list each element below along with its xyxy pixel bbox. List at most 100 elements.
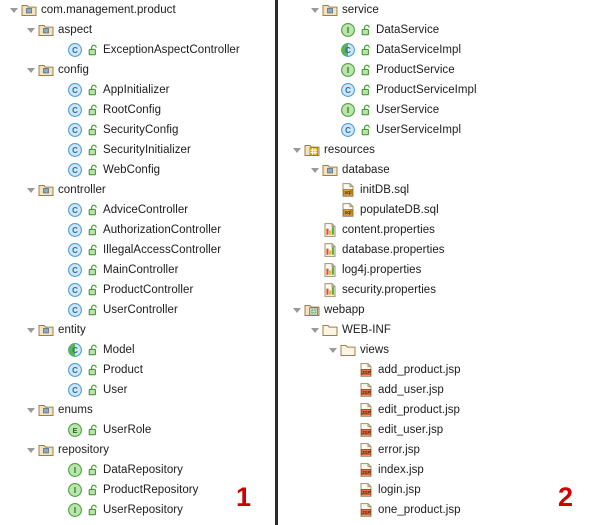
chevron-down-icon[interactable] [291, 140, 304, 160]
svg-text:JSP: JSP [361, 430, 371, 436]
public-unlock-icon [86, 462, 99, 478]
svg-text:C: C [72, 366, 78, 375]
chevron-down-icon[interactable] [8, 0, 21, 20]
tree-twisty-spacer [345, 480, 358, 500]
public-unlock-icon [86, 142, 99, 158]
tree-row[interactable]: E UserRole [0, 420, 275, 440]
public-unlock-icon [86, 282, 99, 298]
tree-row[interactable]: C ProductController [0, 280, 275, 300]
tree-row[interactable]: C Model [0, 340, 275, 360]
chevron-down-icon[interactable] [25, 60, 38, 80]
chevron-down-icon[interactable] [309, 0, 322, 20]
tree-row[interactable]: C AuthorizationController [0, 220, 275, 240]
tree-row[interactable]: service [279, 0, 600, 20]
tree-row[interactable]: com.management.product [0, 0, 275, 20]
project-tree-panel-right[interactable]: service I DataService C DataServiceImpl I Prod… [279, 0, 600, 525]
tree-left[interactable]: com.management.product aspect C ExceptionAs… [0, 0, 275, 520]
tree-row[interactable]: webapp [279, 300, 600, 320]
tree-row[interactable]: C AppInitializer [0, 80, 275, 100]
tree-twisty-spacer [327, 100, 340, 120]
tree-row[interactable]: I UserRepository [0, 500, 275, 520]
tree-row[interactable]: C ExceptionAspectController [0, 40, 275, 60]
tree-twisty-spacer [327, 180, 340, 200]
svg-text:sql: sql [344, 190, 352, 196]
tree-row[interactable]: I UserService [279, 100, 600, 120]
tree-twisty-spacer [345, 460, 358, 480]
tree-row[interactable]: JSP login.jsp [279, 480, 600, 500]
tree-row[interactable]: C UserServiceImpl [279, 120, 600, 140]
tree-row[interactable]: database [279, 160, 600, 180]
tree-row[interactable]: C UserController [0, 300, 275, 320]
tree-twisty-spacer [54, 120, 67, 140]
chevron-down-icon[interactable] [25, 440, 38, 460]
project-tree-panel-left[interactable]: com.management.product aspect C ExceptionAs… [0, 0, 275, 525]
tree-row[interactable]: sql initDB.sql [279, 180, 600, 200]
tree-row[interactable]: database.properties [279, 240, 600, 260]
tree-row-label: SecurityConfig [103, 124, 179, 136]
tree-row[interactable]: repository [0, 440, 275, 460]
tree-twisty-spacer [54, 80, 67, 100]
chevron-down-icon[interactable] [25, 400, 38, 420]
tree-row[interactable]: content.properties [279, 220, 600, 240]
tree-row-label: enums [58, 404, 93, 416]
tree-row[interactable]: JSP edit_product.jsp [279, 400, 600, 420]
properties-file-icon [322, 282, 338, 298]
tree-row[interactable]: JSP edit_user.jsp [279, 420, 600, 440]
tree-row[interactable]: C DataServiceImpl [279, 40, 600, 60]
tree-row-label: DataService [376, 24, 440, 36]
tree-row[interactable]: JSP index.jsp [279, 460, 600, 480]
java-class-icon: C [67, 262, 83, 278]
tree-twisty-spacer [54, 340, 67, 360]
tree-row[interactable]: C SecurityInitializer [0, 140, 275, 160]
tree-row[interactable]: C AdviceController [0, 200, 275, 220]
public-unlock-icon [86, 122, 99, 138]
tree-row[interactable]: security.properties [279, 280, 600, 300]
tree-row[interactable]: C ProductServiceImpl [279, 80, 600, 100]
chevron-down-icon[interactable] [309, 320, 322, 340]
chevron-down-icon[interactable] [25, 20, 38, 40]
java-interface-icon: I [340, 102, 356, 118]
tree-row[interactable]: log4j.properties [279, 260, 600, 280]
tree-row[interactable]: JSP error.jsp [279, 440, 600, 460]
tree-row[interactable]: JSP add_user.jsp [279, 380, 600, 400]
java-class-icon: C [67, 282, 83, 298]
tree-row[interactable]: enums [0, 400, 275, 420]
tree-row[interactable]: JSP one_product.jsp [279, 500, 600, 520]
tree-row[interactable]: sql populateDB.sql [279, 200, 600, 220]
tree-row-label: content.properties [342, 224, 435, 236]
jsp-file-icon: JSP [358, 462, 374, 478]
tree-row[interactable]: C WebConfig [0, 160, 275, 180]
chevron-down-icon[interactable] [25, 180, 38, 200]
tree-row[interactable]: C User [0, 380, 275, 400]
tree-row[interactable]: aspect [0, 20, 275, 40]
chevron-down-icon[interactable] [25, 320, 38, 340]
chevron-down-icon[interactable] [309, 160, 322, 180]
tree-row[interactable]: JSP add_product.jsp [279, 360, 600, 380]
tree-row[interactable]: config [0, 60, 275, 80]
tree-row[interactable]: controller [0, 180, 275, 200]
jsp-file-icon: JSP [358, 402, 374, 418]
tree-row[interactable]: resources [279, 140, 600, 160]
tree-row[interactable]: C SecurityConfig [0, 120, 275, 140]
svg-text:C: C [345, 126, 351, 135]
tree-row-label: AdviceController [103, 204, 189, 216]
tree-row[interactable]: I DataService [279, 20, 600, 40]
tree-row[interactable]: entity [0, 320, 275, 340]
chevron-down-icon[interactable] [291, 300, 304, 320]
tree-row-label: one_product.jsp [378, 504, 461, 516]
tree-row[interactable]: I ProductRepository [0, 480, 275, 500]
tree-twisty-spacer [309, 260, 322, 280]
sql-file-icon: sql [340, 202, 356, 218]
tree-right[interactable]: service I DataService C DataServiceImpl I Prod… [279, 0, 600, 520]
tree-row[interactable]: views [279, 340, 600, 360]
tree-row[interactable]: WEB-INF [279, 320, 600, 340]
tree-row[interactable]: C RootConfig [0, 100, 275, 120]
tree-twisty-spacer [54, 40, 67, 60]
tree-row[interactable]: C IllegalAccessController [0, 240, 275, 260]
tree-row[interactable]: I ProductService [279, 60, 600, 80]
tree-row[interactable]: I DataRepository [0, 460, 275, 480]
tree-row[interactable]: C MainController [0, 260, 275, 280]
tree-row-label: database [342, 164, 390, 176]
chevron-down-icon[interactable] [327, 340, 340, 360]
tree-row[interactable]: C Product [0, 360, 275, 380]
